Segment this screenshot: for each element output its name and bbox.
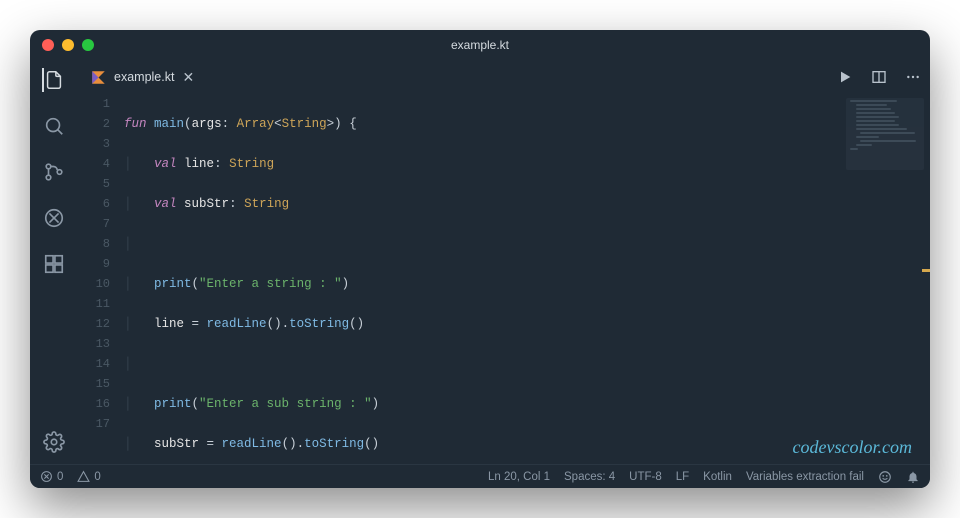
titlebar: example.kt — [30, 30, 930, 60]
source-control-icon[interactable] — [42, 160, 66, 184]
code-content[interactable]: fun main(args: Array<String>) { │ val li… — [124, 94, 930, 464]
kotlin-file-icon — [90, 69, 106, 85]
extensions-icon[interactable] — [42, 252, 66, 276]
split-editor-icon[interactable] — [870, 68, 888, 86]
tab-filename: example.kt — [114, 70, 174, 84]
status-message[interactable]: Variables extraction fail — [746, 471, 864, 483]
scroll-decoration — [922, 269, 930, 272]
traffic-lights — [42, 39, 94, 51]
more-actions-icon[interactable] — [904, 68, 922, 86]
line-number-gutter: 1 2 3 4 5 6 7 8 9 10 11 12 13 14 15 16 1 — [78, 94, 124, 464]
problems-warnings[interactable]: 0 — [77, 470, 100, 483]
language-mode[interactable]: Kotlin — [703, 471, 732, 483]
debug-icon[interactable] — [42, 206, 66, 230]
indentation[interactable]: Spaces: 4 — [564, 471, 615, 483]
cursor-position[interactable]: Ln 20, Col 1 — [488, 471, 550, 483]
code-editor[interactable]: 1 2 3 4 5 6 7 8 9 10 11 12 13 14 15 16 1 — [78, 94, 930, 464]
search-icon[interactable] — [42, 114, 66, 138]
settings-gear-icon[interactable] — [42, 430, 66, 454]
editor-window: example.kt — [30, 30, 930, 488]
minimap[interactable] — [846, 98, 924, 170]
window-title: example.kt — [451, 38, 509, 52]
tab-example-kt[interactable]: example.kt ✕ — [78, 60, 206, 94]
main-body: example.kt ✕ 1 — [30, 60, 930, 464]
minimize-window-button[interactable] — [62, 39, 74, 51]
editor-actions — [836, 68, 922, 86]
explorer-icon[interactable] — [42, 68, 66, 92]
statusbar: 0 0 Ln 20, Col 1 Spaces: 4 UTF-8 LF Kotl… — [30, 464, 930, 488]
problems-errors[interactable]: 0 — [40, 470, 63, 483]
maximize-window-button[interactable] — [82, 39, 94, 51]
editor-area: example.kt ✕ 1 — [78, 60, 930, 464]
close-window-button[interactable] — [42, 39, 54, 51]
feedback-smiley-icon[interactable] — [878, 470, 892, 484]
run-icon[interactable] — [836, 68, 854, 86]
tab-close-icon[interactable]: ✕ — [182, 69, 194, 86]
notifications-bell-icon[interactable] — [906, 470, 920, 484]
eol[interactable]: LF — [676, 471, 689, 483]
encoding[interactable]: UTF-8 — [629, 471, 662, 483]
tabs-row: example.kt ✕ — [78, 60, 930, 94]
activity-bar — [30, 60, 78, 464]
